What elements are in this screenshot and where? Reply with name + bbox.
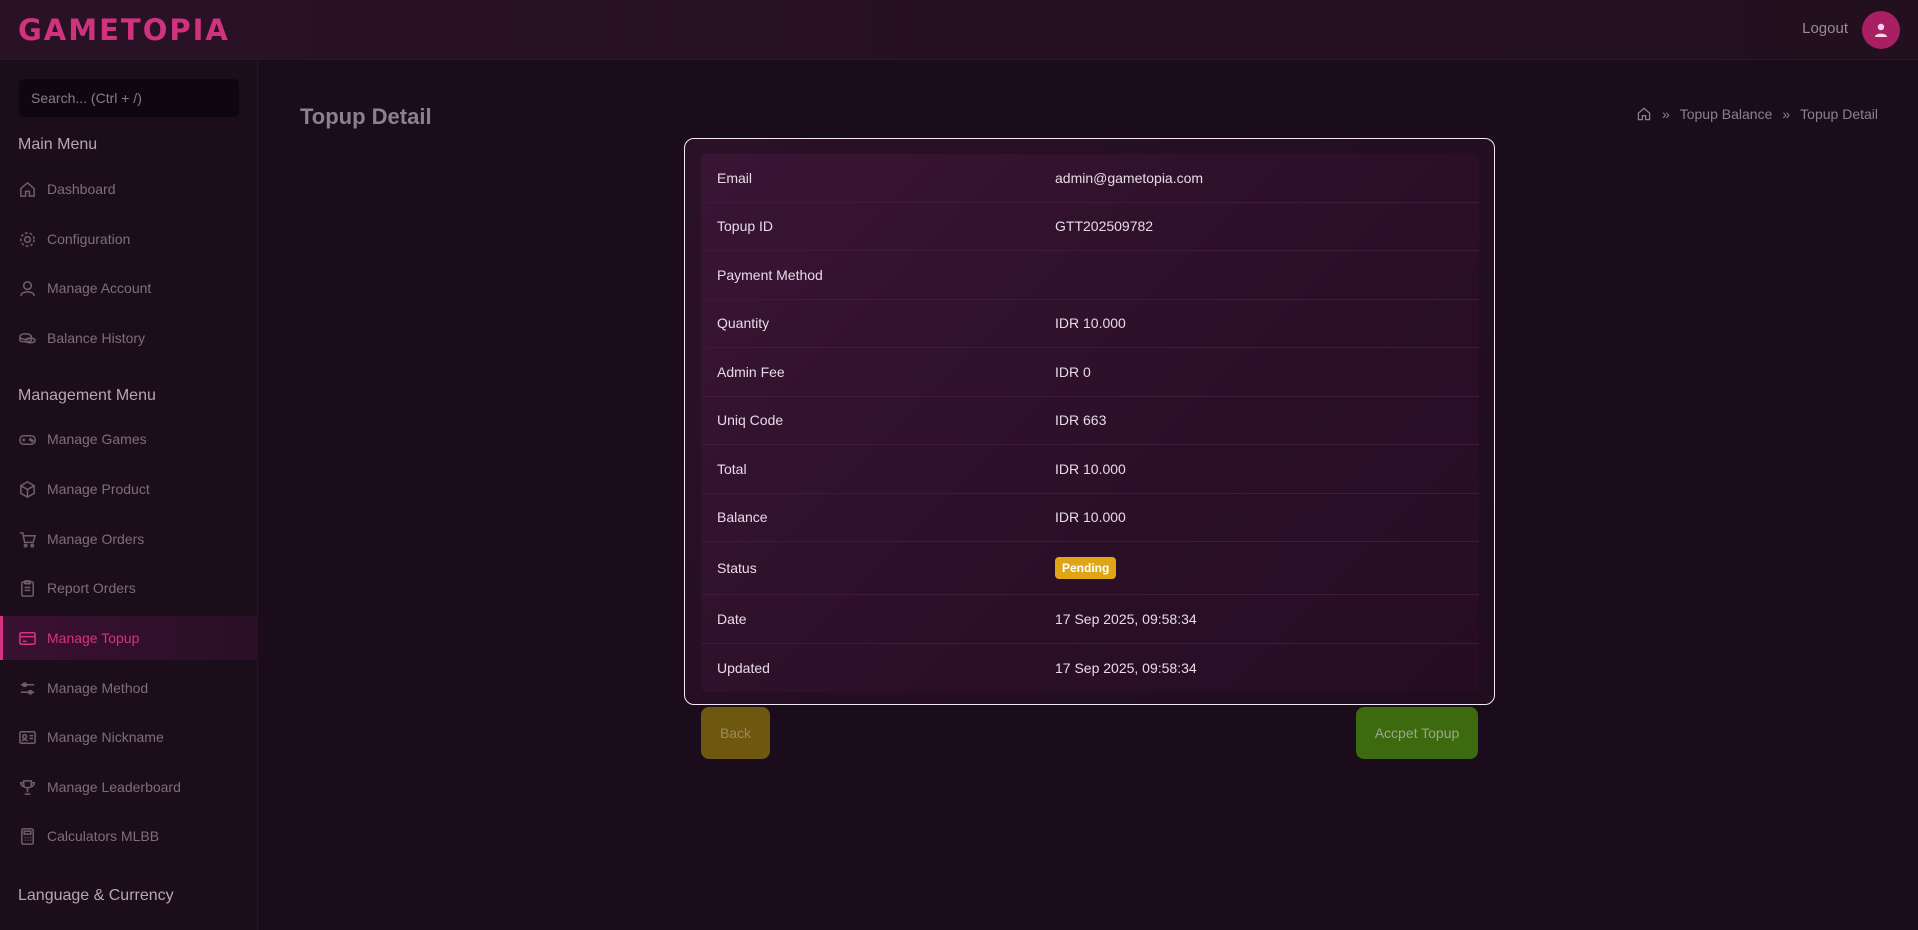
table-row: Admin Fee IDR 0 [701,348,1479,397]
row-key: Balance [717,509,768,526]
table-row: Topup ID GTT202509782 [701,203,1479,251]
sidebar-item-configuration[interactable]: Configuration [0,217,258,261]
sidebar-item-label: Manage Method [47,680,149,696]
row-value: IDR 663 [1055,412,1107,429]
row-key: Payment Method [717,266,823,283]
row-key: Email [717,169,753,186]
chevrons-right-icon: » [1782,106,1791,122]
back-button[interactable]: Back [701,707,770,759]
sidebar-item-label: Manage Nickname [47,729,164,745]
gear-icon [20,231,35,247]
card-icon [19,631,36,645]
row-key: Updated [717,659,770,676]
breadcrumb-topup-balance[interactable]: Topup Balance [1680,106,1773,122]
sidebar-item-manage-method[interactable]: Manage Method [0,666,258,710]
table-row: Uniq Code IDR 663 [701,397,1479,445]
user-icon [1875,23,1887,37]
user-icon [20,280,35,296]
row-key: Quantity [717,315,770,332]
row-value: 17 Sep 2025, 09:58:34 [1055,659,1197,676]
sidebar-item-label: Configuration [47,231,131,247]
row-key: Topup ID [717,218,774,235]
sidebar-item-manage-account[interactable]: Manage Account [0,266,258,310]
sidebar-item-dashboard[interactable]: Dashboard [0,167,258,211]
row-value: IDR 0 [1055,363,1091,380]
sidebar-item-manage-leaderboard[interactable]: Manage Leaderboard [0,765,258,809]
row-value: admin@gametopia.com [1055,169,1204,186]
table-row: Total IDR 10.000 [701,445,1479,494]
box-icon [20,480,35,498]
sidebar-item-label: Report Orders [47,580,136,596]
accept-topup-button[interactable]: Accpet Topup [1356,707,1478,759]
sidebar-item-label: Calculators MLBB [47,828,160,844]
row-key: Status [717,560,757,576]
logout-link[interactable]: Logout [1802,20,1848,37]
table-row: Updated 17 Sep 2025, 09:58:34 [701,644,1479,693]
sidebar-item-label: Balance History [47,330,146,346]
cart-icon [19,531,37,548]
coins-icon [19,332,36,344]
breadcrumb: » Topup Balance » Topup Detail [1636,106,1878,122]
table-row: Email admin@gametopia.com [701,154,1479,203]
sidebar-item-label: Manage Games [47,431,147,447]
sidebar-item-report-orders[interactable]: Report Orders [0,566,258,610]
sidebar-item-label: Manage Orders [47,531,145,547]
sidebar-item-manage-orders[interactable]: Manage Orders [0,517,258,561]
table-row: Quantity IDR 10.000 [701,300,1479,348]
app-logo[interactable]: GAMETOPIA [18,13,230,47]
sidebar-item-manage-nickname[interactable]: Manage Nickname [0,715,258,759]
sidebar-item-manage-topup[interactable]: Manage Topup [0,616,258,660]
clipboard-icon [21,579,34,597]
sidebar-item-label: Dashboard [47,181,116,197]
sidebar-item-label: Manage Account [47,280,152,296]
row-value: 17 Sep 2025, 09:58:34 [1055,610,1197,627]
gamepad-icon [19,434,36,445]
row-value: IDR 10.000 [1055,315,1126,332]
detail-table: Email admin@gametopia.com Topup ID GTT20… [701,154,1479,692]
row-value: IDR 10.000 [1055,509,1126,526]
row-value: IDR 10.000 [1055,460,1126,477]
sidebar: Search... (Ctrl + /) Main Menu Dashboard… [0,60,258,930]
sidebar-item-label: Manage Topup [47,630,140,646]
page-title: Topup Detail [300,104,432,129]
sidebar-item-label: Manage Product [47,481,150,497]
top-bar: GAMETOPIA Logout [0,0,1918,60]
table-row: Status Pending [701,542,1479,595]
sidebar-item-balance-history[interactable]: Balance History [0,316,258,360]
topup-detail-modal: Email admin@gametopia.com Topup ID GTT20… [684,138,1495,705]
row-key: Uniq Code [717,412,784,429]
row-key: Date [717,610,747,627]
sliders-icon [20,681,35,695]
row-value: GTT202509782 [1055,218,1154,235]
sidebar-item-manage-product[interactable]: Manage Product [0,467,258,511]
home-icon [20,181,35,197]
status-badge: Pending [1055,557,1117,579]
home-icon[interactable] [1636,106,1652,122]
table-row: Payment Method [701,251,1479,300]
sidebar-item-calculators-mlbb[interactable]: Calculators MLBB [0,814,258,858]
section-main-menu: Main Menu [18,136,98,153]
search-input[interactable]: Search... (Ctrl + /) [18,78,240,118]
breadcrumb-topup-detail: Topup Detail [1800,106,1878,122]
table-row: Balance IDR 10.000 [701,494,1479,542]
table-row: Date 17 Sep 2025, 09:58:34 [701,595,1479,644]
avatar[interactable] [1862,11,1900,49]
sidebar-item-manage-games[interactable]: Manage Games [0,417,258,461]
row-key: Admin Fee [717,363,785,380]
id-card-icon [19,730,36,744]
section-language-currency: Language & Currency [18,887,174,904]
sidebar-item-label: Manage Leaderboard [47,779,181,795]
status-cell: Pending [1055,557,1117,579]
row-key: Total [717,460,747,477]
calculator-icon [21,827,34,845]
chevrons-right-icon: » [1661,106,1670,122]
section-management-menu: Management Menu [18,387,156,404]
trophy-icon [20,779,35,795]
